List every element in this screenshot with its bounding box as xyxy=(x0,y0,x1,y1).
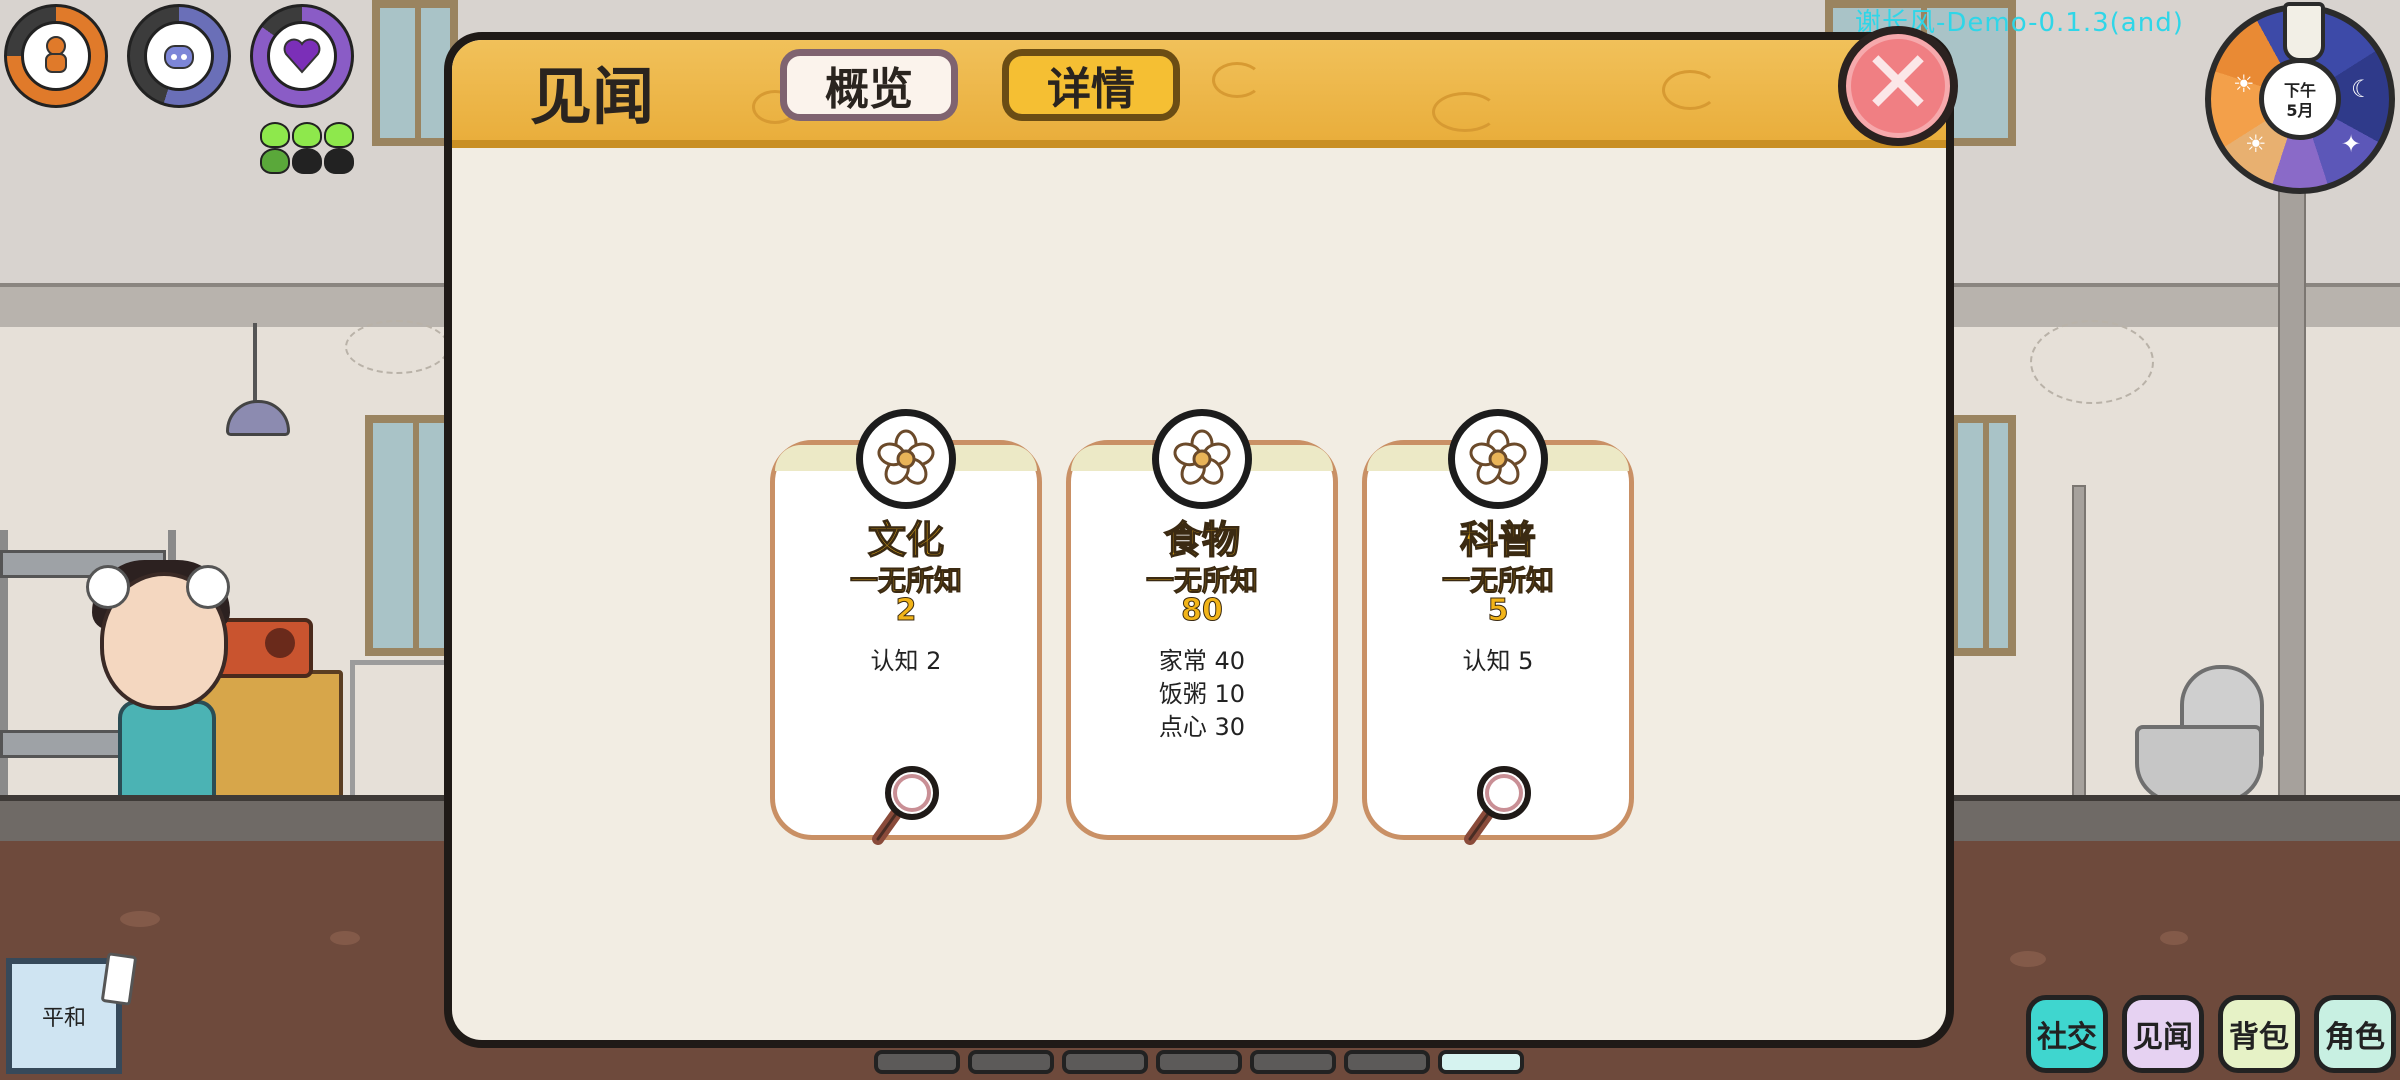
status-effect-icon xyxy=(324,148,354,174)
radio-speaker xyxy=(265,628,295,658)
cobweb xyxy=(345,320,449,374)
time-wheel[interactable]: ☀ ☾ ✦ ☀ 下午 5月 xyxy=(2205,2,2395,194)
dialog-header: 见闻 概览 详情 xyxy=(452,40,1946,148)
page-dot[interactable] xyxy=(874,1050,960,1074)
character-hair-bun xyxy=(86,565,130,609)
sun-icon: ☀ xyxy=(2245,130,2267,158)
card-detail-line: 点心 30 xyxy=(1158,713,1246,741)
clock-period: 下午 xyxy=(2283,81,2316,100)
page-dot[interactable] xyxy=(968,1050,1054,1074)
magnifier-icon[interactable] xyxy=(868,763,944,845)
dialog-title: 见闻 xyxy=(530,60,655,133)
clock-center: 下午 5月 xyxy=(2259,58,2341,140)
knowledge-dialog: 见闻 概览 详情 文化 一无所知 2 认知 2 食物 一无所知 80 家常 40 饭粥 10 点心… xyxy=(444,32,1954,1048)
body-stat-gauge[interactable] xyxy=(4,4,108,108)
card-title: 文化 xyxy=(867,517,944,562)
page-dot[interactable] xyxy=(1156,1050,1242,1074)
robot-face-icon xyxy=(144,21,214,91)
moon-icon: ☾ xyxy=(2351,75,2373,103)
clock-month: 5月 xyxy=(2286,101,2314,120)
card-detail-line: 认知 5 xyxy=(1462,647,1534,675)
status-effect-icon xyxy=(292,122,322,148)
tab-details[interactable]: 详情 xyxy=(1002,49,1180,121)
character-button[interactable]: 角色 xyxy=(2314,995,2396,1073)
cobweb xyxy=(2030,320,2154,404)
social-button[interactable]: 社交 xyxy=(2026,995,2108,1073)
mood-label: 平和 xyxy=(41,1006,86,1031)
card-detail-line: 家常 40 xyxy=(1158,647,1246,675)
sun-icon: ☀ xyxy=(2233,70,2255,98)
status-effect-icon xyxy=(260,148,290,174)
status-effect-icon xyxy=(292,148,322,174)
star-icon: ✦ xyxy=(2341,130,2362,158)
magnifier-icon[interactable] xyxy=(1460,763,1536,845)
status-effects[interactable] xyxy=(254,122,364,176)
tab-overview[interactable]: 概览 xyxy=(780,49,958,121)
drying-rack xyxy=(350,660,450,800)
page-dot[interactable] xyxy=(1250,1050,1336,1074)
card-details: 认知 5 xyxy=(1367,645,1629,678)
close-icon: ✕ xyxy=(1861,31,1935,134)
close-button[interactable]: ✕ xyxy=(1838,26,1958,146)
pipe xyxy=(2278,150,2306,804)
card-score: 80 xyxy=(1181,593,1224,629)
card-detail-line: 饭粥 10 xyxy=(1158,680,1246,708)
heart-stat-gauge[interactable] xyxy=(250,4,354,108)
card-title: 食物 xyxy=(1163,517,1240,562)
flower-icon xyxy=(1448,409,1548,509)
card-title: 科普 xyxy=(1459,517,1536,562)
knowledge-card[interactable]: 文化 一无所知 2 认知 2 xyxy=(770,409,1042,845)
page-dot[interactable] xyxy=(1062,1050,1148,1074)
figure-icon xyxy=(21,21,91,91)
flower-icon xyxy=(1152,409,1252,509)
flower-icon xyxy=(856,409,956,509)
pipe xyxy=(2072,485,2086,799)
backpack-button[interactable]: 背包 xyxy=(2218,995,2300,1073)
card-details: 认知 2 xyxy=(775,645,1037,678)
window xyxy=(1950,415,2016,656)
status-effect-icon xyxy=(260,122,290,148)
card-details: 家常 40 饭粥 10 点心 30 xyxy=(1071,645,1333,744)
page-indicator xyxy=(874,1050,1530,1080)
status-effect-icon xyxy=(324,122,354,148)
knowledge-card[interactable]: 食物 一无所知 80 家常 40 饭粥 10 点心 30 xyxy=(1066,409,1338,840)
clock-pointer xyxy=(2283,2,2325,62)
card-detail-line: 认知 2 xyxy=(870,647,942,675)
page-dot[interactable] xyxy=(1344,1050,1430,1074)
card-score: 2 xyxy=(895,593,917,629)
character-body[interactable] xyxy=(118,700,216,803)
knowledge-button[interactable]: 见闻 xyxy=(2122,995,2204,1073)
character-hair-bun xyxy=(186,565,230,609)
toilet xyxy=(2135,725,2263,803)
card-score: 5 xyxy=(1487,593,1509,629)
knowledge-card[interactable]: 科普 一无所知 5 认知 5 xyxy=(1362,409,1634,845)
mind-stat-gauge[interactable] xyxy=(127,4,231,108)
page-dot[interactable] xyxy=(1438,1050,1524,1074)
heart-icon xyxy=(267,21,337,91)
